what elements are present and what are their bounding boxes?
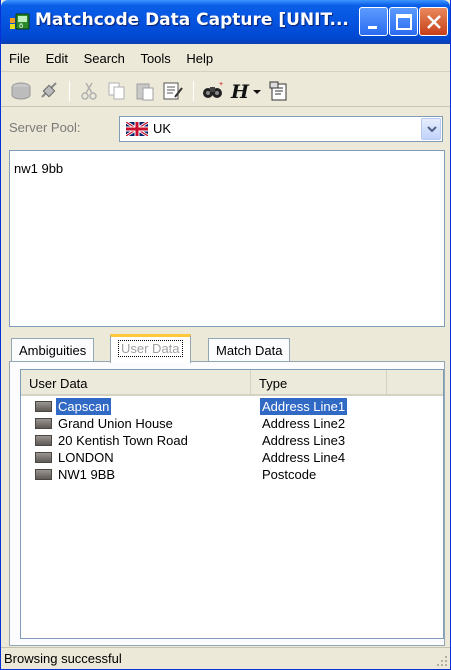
uk-flag-icon [125,120,149,138]
tab-user-data[interactable]: User Data [110,334,191,363]
status-text: Browsing successful [4,651,122,666]
database-icon[interactable] [9,79,33,103]
dropdown-arrow-icon[interactable] [251,79,263,103]
record-icon [35,401,52,412]
menu-file[interactable]: File [1,46,36,72]
history-icon[interactable]: H [229,79,253,103]
connect-icon[interactable] [37,79,61,103]
server-pool-value: UK [153,121,172,136]
maximize-button[interactable] [389,7,418,36]
record-icon [35,418,52,429]
minimize-icon [368,26,377,29]
menu-tools[interactable]: Tools [134,46,176,72]
menu-help[interactable]: Help [180,46,219,72]
properties-icon[interactable] [267,79,291,103]
server-pool-select[interactable]: UK [119,116,443,142]
list-item[interactable]: LONDON Address Line4 [21,449,443,466]
tab-match-data[interactable]: Match Data [208,338,291,362]
paste-icon[interactable] [133,79,157,103]
cell-user-data: Capscan [54,397,113,416]
title-bar[interactable]: ō Matchcode Data Capture [UNIT... [1,0,450,44]
cell-type: Address Line2 [262,416,346,431]
close-button[interactable] [419,7,448,36]
menu-search[interactable]: Search [78,46,131,72]
record-icon [35,452,52,463]
svg-text:H: H [230,81,250,103]
address-input-area[interactable]: nw1 9bb [9,150,445,327]
server-pool-dropdown-button[interactable] [421,118,441,140]
list-header: User Data Type [21,370,443,396]
svg-text:ō: ō [19,22,23,30]
column-header-user-data[interactable]: User Data [21,370,251,394]
tab-ambiguities[interactable]: Ambiguities [11,338,95,362]
cell-type: Postcode [262,467,317,482]
tab-label: Match Data [216,343,283,358]
menu-edit[interactable]: Edit [40,46,74,72]
user-data-list[interactable]: User Data Type Capscan Address Line1 Gra… [20,369,444,639]
chevron-down-icon [427,126,437,133]
cut-icon[interactable] [77,79,101,103]
app-icon[interactable]: ō [9,12,31,32]
svg-text:+: + [219,81,223,88]
list-item[interactable]: NW1 9BB Postcode [21,466,443,483]
status-bar: Browsing successful [1,647,450,669]
server-pool-row: Server Pool: UK [1,108,450,146]
edit-document-icon[interactable] [161,79,185,103]
find-icon[interactable]: + [201,79,225,103]
list-rows: Capscan Address Line1 Grand Union House … [21,397,443,483]
tab-label: User Data [118,340,183,357]
list-item[interactable]: Capscan Address Line1 [21,397,443,416]
window-title: Matchcode Data Capture [UNIT... [35,10,349,30]
cell-type: Address Line4 [262,450,346,465]
list-item[interactable]: 20 Kentish Town Road Address Line3 [21,432,443,449]
column-header-type[interactable]: Type [251,370,387,394]
tab-strip: Ambiguities User Data Match Data [9,334,445,363]
cell-user-data: LONDON [58,450,114,465]
address-input-text: nw1 9bb [14,161,64,176]
cell-user-data: 20 Kentish Town Road [58,433,188,448]
cell-type: Address Line3 [262,433,346,448]
tab-label: Ambiguities [19,343,87,358]
close-icon [427,15,441,29]
toolbar: + H [1,73,450,107]
toolbar-separator [69,81,70,101]
record-icon [35,435,52,446]
record-icon [35,469,52,480]
copy-icon[interactable] [105,79,129,103]
list-item[interactable]: Grand Union House Address Line2 [21,415,443,432]
cell-type: Address Line1 [260,398,348,415]
minimize-button[interactable] [359,7,388,36]
resize-grip-icon[interactable] [436,655,448,667]
toolbar-separator [193,81,194,101]
app-window: ō Matchcode Data Capture [UNIT... File E… [0,0,451,670]
menu-bar: File Edit Search Tools Help [1,46,450,72]
cell-user-data: NW1 9BB [58,467,116,482]
cell-user-data: Grand Union House [58,416,173,431]
server-pool-label: Server Pool: [9,120,81,135]
